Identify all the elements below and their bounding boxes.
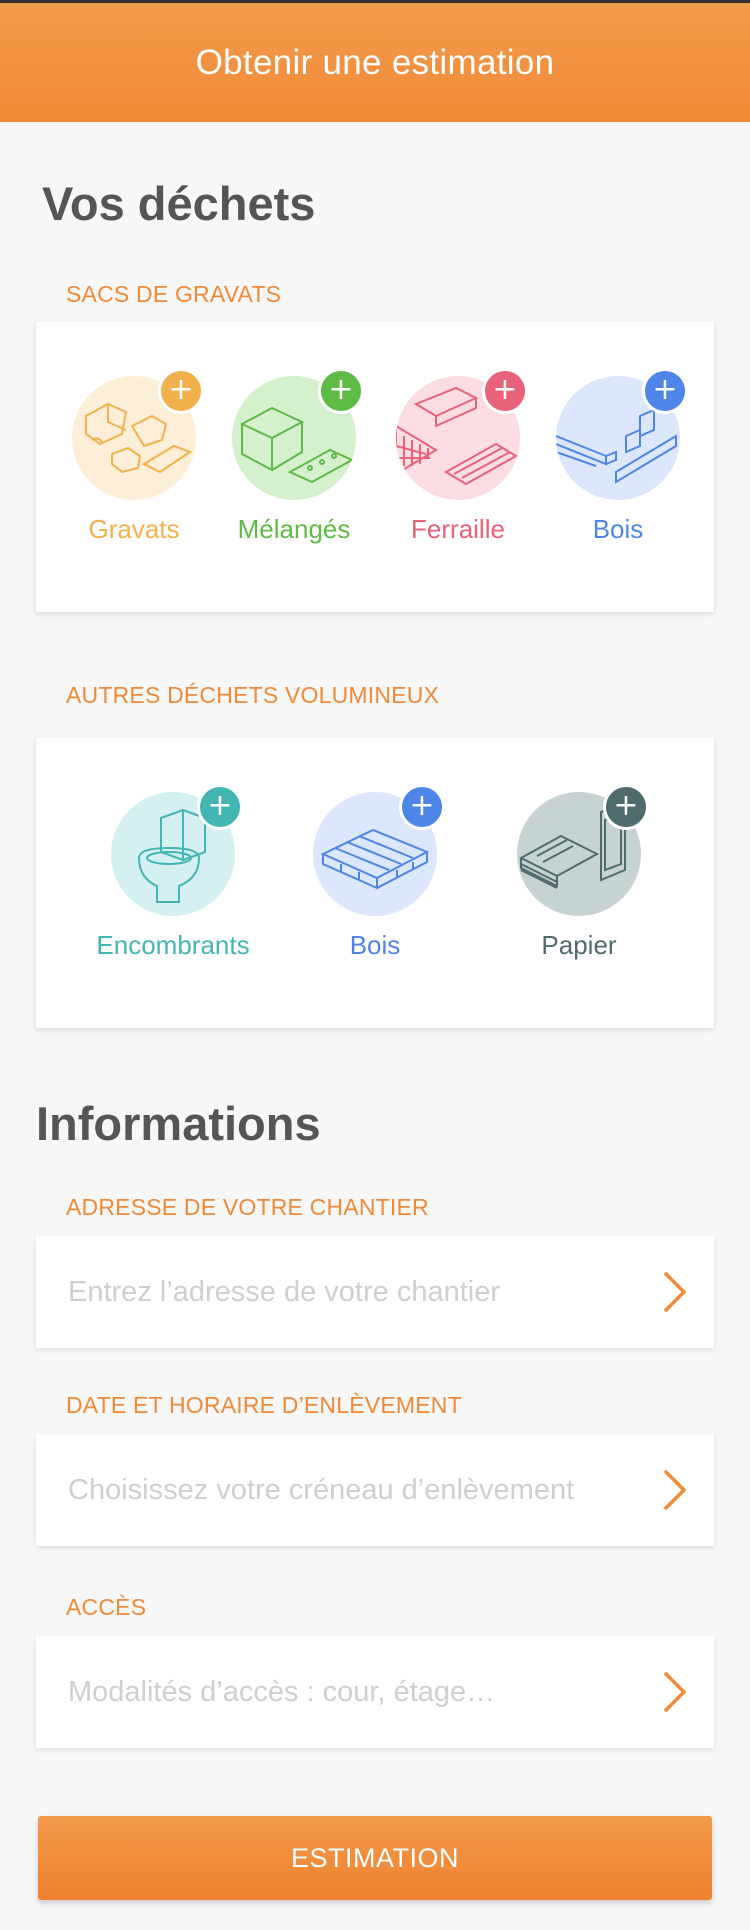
add-bois-palette-icon[interactable]: +	[399, 784, 445, 830]
waste-item-bois-sac[interactable]: + Bois	[543, 368, 693, 576]
add-papier-icon[interactable]: +	[603, 784, 649, 830]
address-placeholder: Entrez l’adresse de votre chantier	[68, 1275, 500, 1308]
encombrants-label: Encombrants	[96, 930, 250, 960]
date-field[interactable]: Choisissez votre créneau d’enlèvement	[36, 1434, 714, 1546]
melanges-label: Mélangés	[237, 514, 351, 544]
date-label: DATE ET HORAIRE D’ENLÈVEMENT	[66, 1392, 462, 1418]
waste-item-gravats[interactable]: + Gravats	[59, 368, 209, 576]
bois-palette-label: Bois	[349, 930, 401, 960]
waste-item-bois-palette[interactable]: + Bois	[300, 784, 450, 992]
rubble-section-label: SACS DE GRAVATS	[66, 281, 282, 307]
add-melanges-icon[interactable]: +	[318, 368, 364, 414]
access-label: ACCÈS	[66, 1594, 147, 1620]
info-heading: Informations	[36, 1097, 321, 1150]
bulky-card: + Encombrants + Bois + Papier	[36, 738, 714, 1028]
access-placeholder: Modalités d’accès : cour, étage…	[68, 1675, 496, 1708]
add-gravats-icon[interactable]: +	[158, 368, 204, 414]
address-field[interactable]: Entrez l’adresse de votre chantier	[36, 1236, 714, 1348]
chevron-right-icon	[664, 1672, 686, 1712]
waste-item-encombrants[interactable]: + Encombrants	[78, 784, 268, 992]
add-bois-sac-icon[interactable]: +	[642, 368, 688, 414]
ferraille-label: Ferraille	[411, 514, 505, 544]
access-field[interactable]: Modalités d’accès : cour, étage…	[36, 1636, 714, 1748]
rubble-card: + Gravats + Mélangés + Ferraille + Bois	[36, 322, 714, 612]
waste-item-papier[interactable]: + Papier	[504, 784, 654, 992]
date-placeholder: Choisissez votre créneau d’enlèvement	[68, 1473, 575, 1506]
gravats-label: Gravats	[88, 514, 180, 544]
chevron-right-icon	[664, 1272, 686, 1312]
estimation-button[interactable]: ESTIMATION	[38, 1816, 712, 1900]
add-ferraille-icon[interactable]: +	[482, 368, 528, 414]
bulky-section-label: AUTRES DÉCHETS VOLUMINEUX	[66, 682, 440, 708]
app-header: Obtenir une estimation	[0, 0, 750, 122]
papier-label: Papier	[541, 930, 617, 960]
header-title: Obtenir une estimation	[195, 42, 555, 82]
waste-item-melanges[interactable]: + Mélangés	[219, 368, 369, 576]
waste-item-ferraille[interactable]: + Ferraille	[383, 368, 533, 576]
waste-heading: Vos déchets	[42, 177, 316, 230]
add-encombrants-icon[interactable]: +	[197, 784, 243, 830]
bois-sac-label: Bois	[592, 514, 644, 544]
chevron-right-icon	[664, 1470, 686, 1510]
address-label: ADRESSE DE VOTRE CHANTIER	[66, 1194, 429, 1220]
